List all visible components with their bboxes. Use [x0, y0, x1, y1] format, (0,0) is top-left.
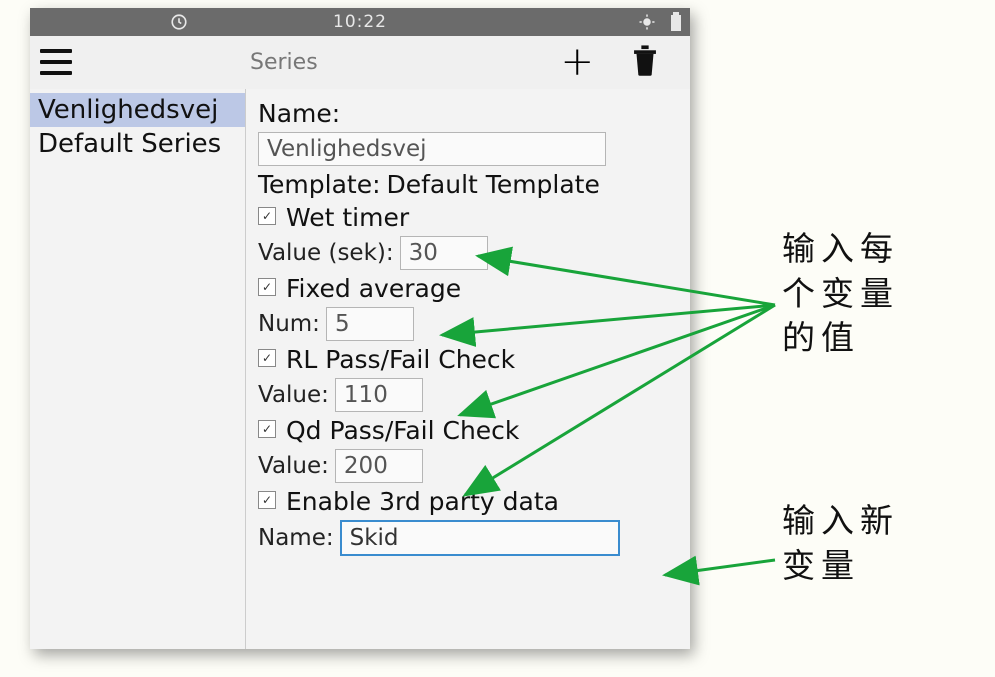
menu-button[interactable]: [36, 40, 80, 84]
fixed-average-label: Fixed average: [286, 274, 461, 303]
sidebar-item-venlighedsvej[interactable]: Venlighedsvej: [30, 93, 245, 127]
third-party-label: Enable 3rd party data: [286, 487, 559, 516]
status-time: 10:22: [333, 12, 387, 32]
series-sidebar: Venlighedsvej Default Series: [30, 89, 246, 649]
wet-timer-checkbox[interactable]: [258, 207, 276, 225]
template-value: Default Template: [387, 170, 600, 199]
name-label: Name:: [258, 99, 340, 128]
fixed-average-num-label: Num:: [258, 311, 320, 337]
toolbar: Series +: [30, 36, 690, 89]
main-panel: Venlighedsvej Default Series Name: Templ…: [30, 89, 690, 649]
clock-icon: [170, 13, 188, 31]
fixed-average-checkbox[interactable]: [258, 278, 276, 296]
rl-check-value-input[interactable]: [335, 378, 423, 412]
third-party-checkbox[interactable]: [258, 491, 276, 509]
sidebar-item-default-series[interactable]: Default Series: [30, 127, 245, 161]
third-party-name-input[interactable]: [340, 520, 620, 556]
add-button[interactable]: +: [560, 42, 594, 82]
status-bar: 10:22: [30, 8, 690, 36]
template-label: Template:: [258, 170, 381, 199]
delete-button[interactable]: [630, 43, 660, 81]
series-form: Name: Template: Default Template Wet tim…: [246, 89, 690, 649]
wet-timer-value-input[interactable]: [400, 236, 488, 270]
annotation-enter-each-value: 输入每 个变量 的值: [782, 228, 899, 362]
qd-check-label: Qd Pass/Fail Check: [286, 416, 519, 445]
wet-timer-value-label: Value (sek):: [258, 240, 394, 266]
rl-check-label: RL Pass/Fail Check: [286, 345, 515, 374]
rl-check-checkbox[interactable]: [258, 349, 276, 367]
fixed-average-num-input[interactable]: [326, 307, 414, 341]
wet-timer-label: Wet timer: [286, 203, 409, 232]
gps-icon: [638, 13, 656, 31]
qd-check-checkbox[interactable]: [258, 420, 276, 438]
third-party-name-label: Name:: [258, 525, 334, 551]
rl-check-value-label: Value:: [258, 382, 329, 408]
toolbar-title: Series: [250, 50, 318, 75]
device-frame: 10:22 Series +: [30, 8, 690, 649]
qd-check-value-label: Value:: [258, 453, 329, 479]
battery-icon: [670, 12, 682, 32]
annotation-enter-new-variable: 输入新 变量: [782, 500, 899, 589]
qd-check-value-input[interactable]: [335, 449, 423, 483]
series-name-input[interactable]: [258, 132, 606, 166]
